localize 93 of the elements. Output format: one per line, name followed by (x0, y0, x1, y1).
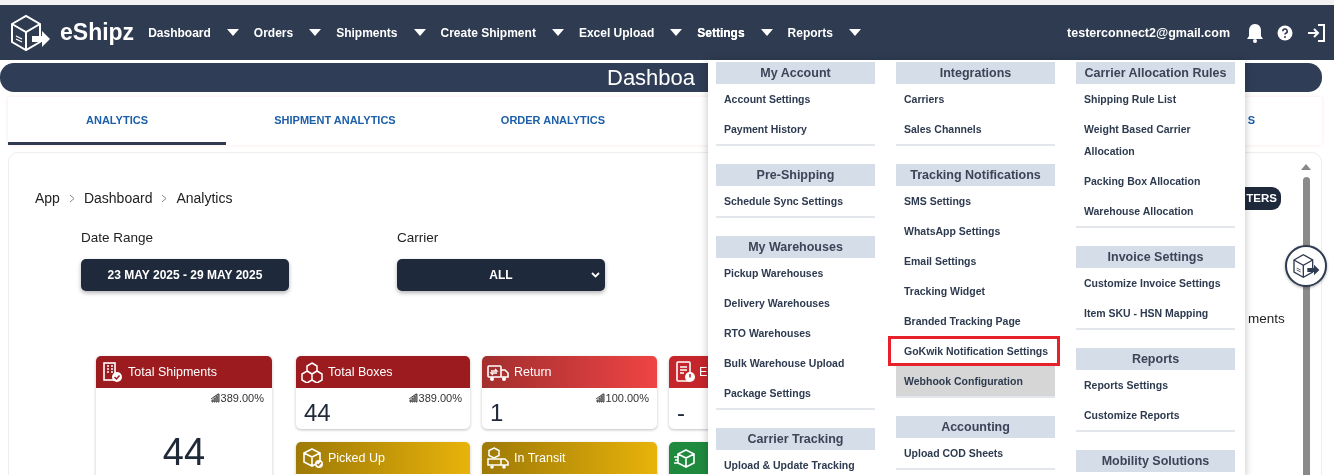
logo-icon (1291, 252, 1321, 280)
menu-section-header: Reports (1076, 348, 1235, 370)
menu-item[interactable]: WhatsApp Settings (896, 216, 1055, 246)
carrier-dropdown[interactable]: ALL (397, 259, 605, 291)
date-range-button[interactable]: 23 MAY 2025 - 29 MAY 2025 (81, 259, 289, 291)
user-email[interactable]: testerconnect2@gmail.com (1067, 25, 1230, 40)
menu-section-header: Carrier Tracking (716, 428, 875, 450)
menu-item[interactable]: GoKwik Notification Settings (888, 336, 1060, 366)
page-title: Dashboa (607, 64, 696, 92)
menu-item[interactable]: Bulk Warehouse Upload (716, 348, 875, 378)
caret-icon (551, 29, 564, 36)
menu-section-header: Carrier Allocation Rules (1076, 62, 1235, 84)
menu-item[interactable]: Webhook Configuration (896, 366, 1055, 396)
menu-item[interactable]: Tracking Widget (896, 276, 1055, 306)
nav-menu-item[interactable]: Settings (697, 25, 773, 40)
nav-menu-item[interactable]: Orders (253, 25, 322, 40)
menu-item[interactable]: Weight Based Carrier Allocation (1076, 114, 1235, 166)
menu-item[interactable]: Upload COD Sheets (896, 438, 1055, 468)
caret-icon (670, 29, 683, 36)
menu-item[interactable]: Item SKU - HSN Mapping (1076, 298, 1235, 328)
caret-icon (848, 29, 861, 36)
field-label: Carrier (397, 230, 440, 245)
card-icon (487, 447, 509, 469)
breadcrumb-link[interactable]: App (35, 190, 60, 206)
chevron-icon (68, 193, 75, 203)
card-icon (674, 361, 696, 383)
menu-section-header: Accounting (896, 416, 1055, 438)
menu-item[interactable]: Sales Channels (896, 114, 1055, 144)
card-title: E (699, 365, 708, 379)
card-icon (301, 447, 323, 469)
card-value: - (677, 400, 686, 426)
menu-item[interactable]: Account Settings (716, 84, 875, 114)
logout-icon[interactable] (1306, 22, 1326, 43)
tab[interactable]: SHIPMENT ANALYTICS (226, 97, 444, 145)
tab[interactable]: S (1247, 97, 1322, 145)
card-value: 44 (161, 432, 207, 472)
nav-menu-item[interactable]: Dashboard (148, 25, 239, 40)
field-label: Date Range (81, 230, 155, 245)
section-text: ments (1248, 311, 1285, 326)
menu-section-header: My Account (716, 62, 875, 84)
caret-icon (413, 29, 426, 36)
breadcrumb-link[interactable]: Dashboard (83, 190, 153, 206)
chevron-icon (161, 193, 168, 203)
scroll-up-icon[interactable] (1300, 163, 1312, 171)
menu-item[interactable]: Package Settings (716, 378, 875, 408)
menu-item[interactable]: Email Settings (896, 246, 1055, 276)
menu-item[interactable]: Warehouse Allocation (1076, 196, 1235, 226)
menu-item[interactable]: Schedule Sync Settings (716, 186, 875, 216)
card-icon (674, 447, 696, 469)
chevron-down-icon (591, 272, 600, 278)
menu-item[interactable]: Carriers (896, 84, 1055, 114)
tab[interactable]: ORDER ANALYTICS (444, 97, 662, 145)
menu-item[interactable]: Reports Settings (1076, 370, 1235, 400)
signal-bars-icon (408, 393, 418, 403)
caret-icon (226, 29, 239, 36)
nav-menu-item[interactable]: Create Shipment (440, 25, 564, 40)
menu-item[interactable]: Payment History (716, 114, 875, 144)
tab[interactable]: ANALYTICS (8, 97, 226, 145)
nav-menu-item[interactable]: Reports (787, 25, 861, 40)
menu-item[interactable]: Packing Box Allocation (1076, 166, 1235, 196)
menu-section-header: Tracking Notifications (896, 164, 1055, 186)
card-title: Return (514, 365, 552, 379)
signal-bars-icon (210, 393, 220, 403)
card-title: In Transit (514, 451, 566, 465)
menu-item[interactable]: Pickup Warehouses (716, 258, 875, 288)
app-logo: eShipz (60, 19, 135, 46)
card-icon (101, 361, 123, 383)
bell-icon[interactable] (1246, 22, 1264, 43)
menu-item[interactable]: SMS Settings (896, 186, 1055, 216)
menu-item[interactable]: Shipping Rule List (1076, 84, 1235, 114)
menu-item[interactable]: Upload & Update Tracking (716, 450, 875, 475)
menu-item[interactable]: RTO Warehouses (716, 318, 875, 348)
help-icon[interactable] (1277, 24, 1293, 41)
trend-text: 389.00% (104, 392, 264, 404)
signal-bars-icon (595, 393, 605, 403)
menu-item[interactable]: Customize Reports (1076, 400, 1235, 430)
caret-icon (760, 29, 773, 36)
caret-icon (309, 29, 322, 36)
menu-section-header: Mobility Solutions (1076, 450, 1235, 472)
nav-menu-item[interactable]: Shipments (336, 25, 426, 40)
menu-item[interactable]: Delivery Warehouses (716, 288, 875, 318)
nav-menu-item[interactable]: Excel Upload (578, 25, 683, 40)
menu-item[interactable]: Customize Invoice Settings (1076, 268, 1235, 298)
menu-section-header: Pre-Shipping (716, 164, 875, 186)
card-title: Picked Up (328, 451, 385, 465)
filter-button[interactable]: TERS (1244, 186, 1281, 210)
menu-item[interactable]: Branded Tracking Page (896, 306, 1055, 336)
card-title: Total Shipments (128, 365, 217, 379)
card-title: Total Boxes (328, 365, 393, 379)
menu-section-header: Integrations (896, 62, 1055, 84)
menu-section-header: Invoice Settings (1076, 246, 1235, 268)
card-icon (301, 361, 323, 383)
menu-section-header: My Warehouses (716, 236, 875, 258)
